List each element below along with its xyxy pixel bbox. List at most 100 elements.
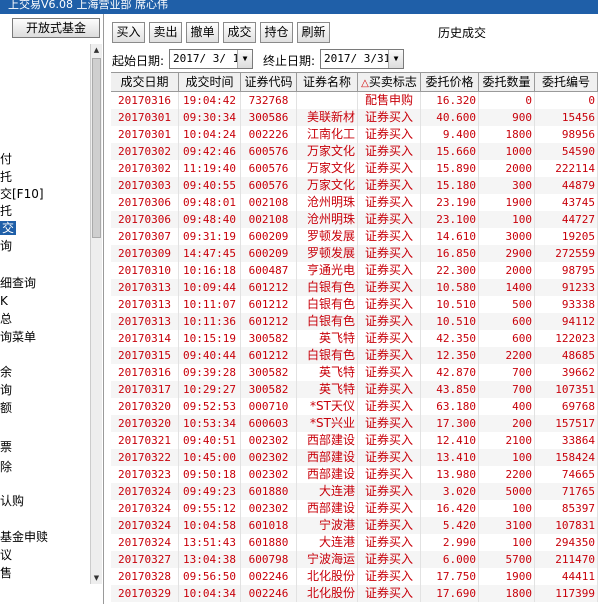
cell-price: 10.510: [421, 313, 479, 330]
cell-qty: 2100: [479, 432, 535, 449]
table-row[interactable]: 20170313 10:11:07 601212 白银有色 证券买入 10.510 500 9…: [111, 296, 598, 313]
cell-qty: 1900: [479, 194, 535, 211]
table-row[interactable]: 20170301 10:04:24 002226 江南化工 证券买入 9.400 1800 9…: [111, 126, 598, 143]
table-row[interactable]: 20170320 09:52:53 000710 *ST天仪 证券买入 63.180 400…: [111, 398, 598, 415]
table-row[interactable]: 20170309 14:47:45 600209 罗顿发展 证券买入 16.850 2900…: [111, 245, 598, 262]
nav-item[interactable]: 基金申赎: [0, 530, 48, 544]
column-header-label: 委托数量: [482, 75, 531, 89]
table-row[interactable]: 20170329 10:04:34 002246 北化股份 证券买入 17.690 1800…: [111, 585, 598, 602]
table-row[interactable]: 20170324 10:04:58 601018 宁波港 证券买入 5.420 3100 10…: [111, 517, 598, 534]
cell-name: 白银有色: [297, 279, 358, 296]
column-header-date[interactable]: 成交日期: [111, 73, 179, 91]
nav-item[interactable]: 认购: [0, 494, 24, 508]
table-row[interactable]: 20170303 09:40:55 600576 万家文化 证券买入 15.180 300 4…: [111, 177, 598, 194]
nav-item[interactable]: 交: [0, 221, 17, 235]
nav-item[interactable]: 票: [0, 440, 12, 454]
chevron-down-icon[interactable]: ▼: [237, 50, 252, 68]
cell-qty: 1400: [479, 279, 535, 296]
cancel-order-button[interactable]: 撤单: [186, 22, 219, 43]
chevron-down-icon[interactable]: ▼: [388, 50, 403, 68]
cell-name: 西部建设: [297, 500, 358, 517]
cell-side: 证券买入: [358, 228, 421, 245]
column-header-price[interactable]: 委托价格: [421, 73, 479, 91]
column-header-order-no[interactable]: 委托编号: [535, 73, 598, 91]
table-row[interactable]: 20170302 11:19:40 600576 万家文化 证券买入 15.890 2000…: [111, 160, 598, 177]
cell-side: 证券买入: [358, 449, 421, 466]
table-row[interactable]: 20170324 09:55:12 002302 西部建设 证券买入 16.420 100 8…: [111, 500, 598, 517]
cell-price: 9.400: [421, 126, 479, 143]
table-row[interactable]: 20170302 09:42:46 600576 万家文化 证券买入 15.660 1000…: [111, 143, 598, 160]
column-header-name[interactable]: 证券名称: [297, 73, 358, 91]
nav-item[interactable]: 交[F10]: [0, 187, 44, 201]
column-header-code[interactable]: 证券代码: [241, 73, 297, 91]
nav-item[interactable]: 询: [0, 383, 12, 397]
cell-time: 11:19:40: [179, 160, 241, 177]
cell-order-no: 48685: [535, 347, 598, 364]
cell-side: 证券买入: [358, 160, 421, 177]
cell-side: 证券买入: [358, 194, 421, 211]
open-fund-button[interactable]: 开放式基金: [12, 18, 100, 38]
table-row[interactable]: 20170322 10:45:00 002302 西部建设 证券买入 13.410 100 1…: [111, 449, 598, 466]
cell-side: 证券买入: [358, 143, 421, 160]
table-row[interactable]: 20170324 13:51:43 601880 大连港 证券买入 2.990 100 294…: [111, 534, 598, 551]
cell-qty: 0: [479, 92, 535, 109]
table-row[interactable]: 20170320 10:53:34 600603 *ST兴业 证券买入 17.300 200…: [111, 415, 598, 432]
nav-item[interactable]: 询菜单: [0, 330, 36, 344]
nav-item[interactable]: 托: [0, 170, 12, 184]
scroll-up-arrow-icon[interactable]: ▲: [91, 44, 102, 56]
table-header: 成交日期 成交时间 证券代码 证券名称 △买卖标志 委托价格 委托数量 委托编号: [111, 73, 598, 92]
column-header-side[interactable]: △买卖标志: [358, 73, 421, 91]
table-row[interactable]: 20170316 19:04:42 732768 配售申购 16.320 0 0: [111, 92, 598, 109]
end-date-select[interactable]: 2017/ 3/31 ▼: [320, 49, 404, 69]
cell-order-no: 294350: [535, 534, 598, 551]
table-row[interactable]: 20170316 09:39:28 300582 英飞特 证券买入 42.870 700 39…: [111, 364, 598, 381]
scrollbar-thumb[interactable]: [92, 58, 101, 238]
nav-item[interactable]: 细查询: [0, 276, 36, 290]
table-row[interactable]: 20170313 10:11:36 601212 白银有色 证券买入 10.510 600 9…: [111, 313, 598, 330]
sell-button[interactable]: 卖出: [149, 22, 182, 43]
nav-item[interactable]: 余: [0, 365, 12, 379]
table-row[interactable]: 20170324 09:49:23 601880 大连港 证券买入 3.020 5000 71…: [111, 483, 598, 500]
table-row[interactable]: 20170310 10:16:18 600487 亨通光电 证券买入 22.300 2000…: [111, 262, 598, 279]
cell-code: 600209: [241, 245, 297, 262]
table-row[interactable]: 20170306 09:48:01 002108 沧州明珠 证券买入 23.190 1900…: [111, 194, 598, 211]
nav-item[interactable]: 售: [0, 566, 12, 580]
tree-scrollbar[interactable]: ▲ ▼: [90, 44, 102, 584]
table-row[interactable]: 20170327 13:04:38 600798 宁波海运 证券买入 6.000 5700 2…: [111, 551, 598, 568]
cell-code: 002302: [241, 432, 297, 449]
nav-item[interactable]: 托: [0, 204, 12, 218]
cell-price: 15.180: [421, 177, 479, 194]
table-row[interactable]: 20170328 09:56:50 002246 北化股份 证券买入 17.750 1900…: [111, 568, 598, 585]
nav-item[interactable]: 询: [0, 239, 12, 253]
nav-item[interactable]: 付: [0, 152, 12, 166]
cell-date: 20170303: [111, 177, 179, 194]
nav-item[interactable]: 议: [0, 548, 12, 562]
cell-price: 14.610: [421, 228, 479, 245]
table-row[interactable]: 20170307 09:31:19 600209 罗顿发展 证券买入 14.610 3000…: [111, 228, 598, 245]
nav-item[interactable]: 额: [0, 401, 12, 415]
refresh-button[interactable]: 刷新: [297, 22, 330, 43]
table-row[interactable]: 20170314 10:15:19 300582 英飞特 证券买入 42.350 600 12…: [111, 330, 598, 347]
table-row[interactable]: 20170321 09:40:51 002302 西部建设 证券买入 12.410 2100…: [111, 432, 598, 449]
cell-date: 20170316: [111, 364, 179, 381]
start-date-select[interactable]: 2017/ 3/ 1 ▼: [169, 49, 253, 69]
table-row[interactable]: 20170323 09:50:18 002302 西部建设 证券买入 13.980 2200…: [111, 466, 598, 483]
table-row[interactable]: 20170301 09:30:34 300586 美联新材 证券买入 40.600 900 1…: [111, 109, 598, 126]
table-row[interactable]: 20170315 09:40:44 601212 白银有色 证券买入 12.350 2200…: [111, 347, 598, 364]
scroll-down-arrow-icon[interactable]: ▼: [91, 572, 102, 584]
buy-button[interactable]: 买入: [112, 22, 145, 43]
deals-button[interactable]: 成交: [223, 22, 256, 43]
cell-time: 09:50:18: [179, 466, 241, 483]
column-header-qty[interactable]: 委托数量: [479, 73, 535, 91]
table-row[interactable]: 20170313 10:09:44 601212 白银有色 证券买入 10.580 1400…: [111, 279, 598, 296]
table-row[interactable]: 20170317 10:29:27 300582 英飞特 证券买入 43.850 700 10…: [111, 381, 598, 398]
table-row[interactable]: 20170306 09:48:40 002108 沧州明珠 证券买入 23.100 100 4…: [111, 211, 598, 228]
nav-item[interactable]: 总: [0, 312, 12, 326]
column-header-label: 成交时间: [185, 75, 234, 89]
nav-item[interactable]: K: [0, 294, 8, 308]
cell-date: 20170309: [111, 245, 179, 262]
column-header-time[interactable]: 成交时间: [179, 73, 241, 91]
cell-qty: 2000: [479, 262, 535, 279]
nav-item[interactable]: 除: [0, 460, 12, 474]
positions-button[interactable]: 持仓: [260, 22, 293, 43]
